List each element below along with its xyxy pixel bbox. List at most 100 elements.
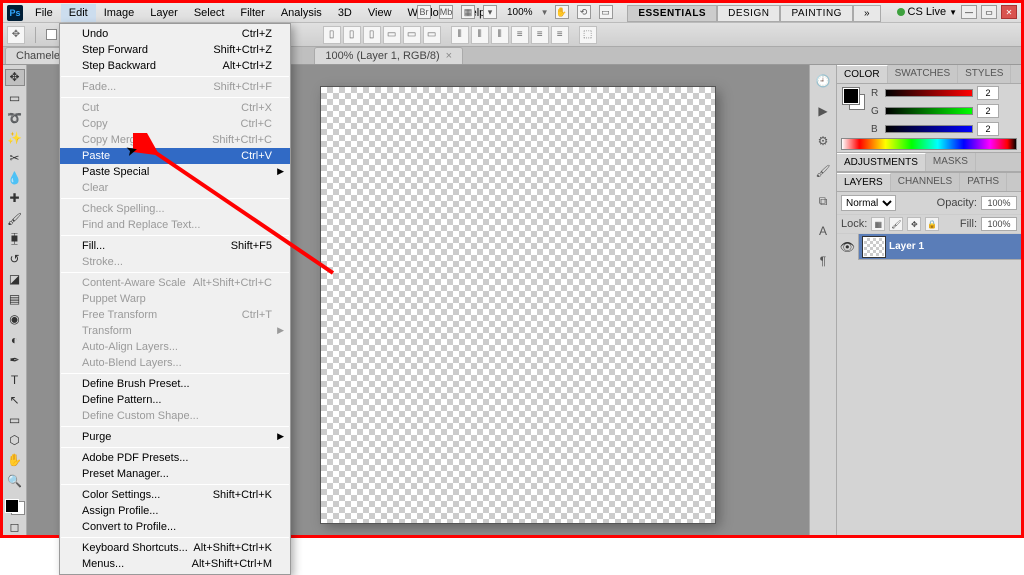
brush-tool[interactable]: 🖌 <box>5 210 25 226</box>
eraser-tool[interactable]: ◪ <box>5 271 25 287</box>
shape-tool[interactable]: ▭ <box>5 412 25 428</box>
r-value[interactable]: 2 <box>977 86 999 100</box>
distribute-icon[interactable]: ≡ <box>531 26 549 44</box>
edit-menu-undo[interactable]: UndoCtrl+Z <box>60 26 290 42</box>
history-panel-icon[interactable]: 🕘 <box>813 71 833 91</box>
distribute-icon[interactable]: ⫴ <box>471 26 489 44</box>
move-tool-preset-icon[interactable]: ✥ <box>7 26 25 44</box>
3d-tool[interactable]: ⬡ <box>5 432 25 448</box>
distribute-icon[interactable]: ⫴ <box>491 26 509 44</box>
edit-menu-step-forward[interactable]: Step ForwardShift+Ctrl+Z <box>60 42 290 58</box>
window-restore-button[interactable]: ▭ <box>981 5 997 19</box>
properties-panel-icon[interactable]: ⚙ <box>813 131 833 151</box>
color-swatch[interactable] <box>5 499 25 515</box>
g-value[interactable]: 2 <box>977 104 999 118</box>
lock-transparent-icon[interactable]: ▦ <box>871 217 885 231</box>
distribute-icon[interactable]: ≡ <box>511 26 529 44</box>
tab-styles[interactable]: STYLES <box>958 65 1011 83</box>
cs-live-button[interactable]: CS Live▼ <box>897 6 957 18</box>
workspace-design[interactable]: DESIGN <box>717 5 780 22</box>
edit-menu-preset-manager[interactable]: Preset Manager... <box>60 466 290 482</box>
align-icon[interactable]: ▯ <box>363 26 381 44</box>
auto-select-checkbox[interactable] <box>46 29 57 40</box>
move-tool[interactable]: ✥ <box>5 69 25 86</box>
menu-edit[interactable]: Edit <box>61 4 96 22</box>
menu-filter[interactable]: Filter <box>232 4 272 22</box>
lock-all-icon[interactable]: 🔒 <box>925 217 939 231</box>
menu-analysis[interactable]: Analysis <box>273 4 330 22</box>
opacity-input[interactable]: 100% <box>981 196 1017 210</box>
tab-paths[interactable]: PATHS <box>960 173 1007 191</box>
edit-menu-menus[interactable]: Menus...Alt+Shift+Ctrl+M <box>60 556 290 572</box>
bridge-icon[interactable]: Br <box>417 5 431 19</box>
dodge-tool[interactable]: ◐ <box>5 331 25 347</box>
pen-tool[interactable]: ✒ <box>5 352 25 368</box>
menu-image[interactable]: Image <box>96 4 143 22</box>
layer-name[interactable]: Layer 1 <box>889 241 924 252</box>
edit-menu-define-pattern[interactable]: Define Pattern... <box>60 392 290 408</box>
autoalign-icon[interactable]: ⬚ <box>579 26 597 44</box>
marquee-tool[interactable]: ▭ <box>5 90 25 106</box>
gradient-tool[interactable]: ▤ <box>5 291 25 307</box>
edit-menu-adobe-pdf-presets[interactable]: Adobe PDF Presets... <box>60 450 290 466</box>
tab-color[interactable]: COLOR <box>837 65 888 83</box>
tab-masks[interactable]: MASKS <box>926 153 976 171</box>
spectrum-ramp[interactable] <box>841 138 1017 150</box>
align-icon[interactable]: ▯ <box>323 26 341 44</box>
tab-swatches[interactable]: SWATCHES <box>888 65 959 83</box>
history-brush-tool[interactable]: ↺ <box>5 251 25 267</box>
arrange-icon[interactable]: ▾ <box>483 5 497 19</box>
fg-bg-swatch[interactable] <box>843 88 865 110</box>
screen-mode-icon[interactable]: ▭ <box>599 5 613 19</box>
visibility-icon[interactable]: 👁 <box>837 234 859 260</box>
clonesrc-panel-icon[interactable]: ⧉ <box>813 191 833 211</box>
workspace-painting[interactable]: PAINTING <box>780 5 852 22</box>
edit-menu-step-backward[interactable]: Step BackwardAlt+Ctrl+Z <box>60 58 290 74</box>
tab-adjustments[interactable]: ADJUSTMENTS <box>837 153 926 171</box>
type-tool[interactable]: T <box>5 372 25 388</box>
workspace-essentials[interactable]: ESSENTIALS <box>627 5 717 22</box>
zoom-tool[interactable]: 🔍 <box>5 473 25 489</box>
menu-file[interactable]: File <box>27 4 61 22</box>
align-icon[interactable]: ▭ <box>403 26 421 44</box>
stamp-tool[interactable]: ⧯ <box>5 231 25 247</box>
blend-mode-select[interactable]: Normal <box>841 195 896 211</box>
paragraph-panel-icon[interactable]: ¶ <box>813 251 833 271</box>
minibridge-icon[interactable]: Mb <box>439 5 453 19</box>
menu-view[interactable]: View <box>360 4 400 22</box>
edit-menu-assign-profile[interactable]: Assign Profile... <box>60 503 290 519</box>
edit-menu-convert-to-profile[interactable]: Convert to Profile... <box>60 519 290 535</box>
window-minimize-button[interactable]: — <box>961 5 977 19</box>
quickmask-tool[interactable]: ◻ <box>5 519 25 535</box>
edit-menu-paste-special[interactable]: Paste Special▶ <box>60 164 290 180</box>
g-slider[interactable] <box>885 107 973 115</box>
edit-menu-color-settings[interactable]: Color Settings...Shift+Ctrl+K <box>60 487 290 503</box>
r-slider[interactable] <box>885 89 973 97</box>
menu-3d[interactable]: 3D <box>330 4 360 22</box>
hand-icon[interactable]: ✋ <box>555 5 569 19</box>
edit-menu-define-brush-preset[interactable]: Define Brush Preset... <box>60 376 290 392</box>
edit-menu-paste[interactable]: PasteCtrl+V <box>60 148 290 164</box>
actions-panel-icon[interactable]: ▶ <box>813 101 833 121</box>
zoom-level[interactable]: 100% <box>503 7 537 18</box>
edit-menu-fill[interactable]: Fill...Shift+F5 <box>60 238 290 254</box>
edit-menu-keyboard-shortcuts[interactable]: Keyboard Shortcuts...Alt+Shift+Ctrl+K <box>60 540 290 556</box>
tab-channels[interactable]: CHANNELS <box>891 173 960 191</box>
close-tab-icon[interactable]: × <box>446 50 452 62</box>
menu-layer[interactable]: Layer <box>142 4 186 22</box>
document-canvas[interactable] <box>321 87 715 523</box>
lasso-tool[interactable]: ➰ <box>5 110 25 126</box>
edit-menu-purge[interactable]: Purge▶ <box>60 429 290 445</box>
character-panel-icon[interactable]: A <box>813 221 833 241</box>
fill-input[interactable]: 100% <box>981 217 1017 231</box>
b-value[interactable]: 2 <box>977 122 999 136</box>
path-tool[interactable]: ↖ <box>5 392 25 408</box>
document-tab-2[interactable]: 100% (Layer 1, RGB/8)× <box>314 47 463 64</box>
b-slider[interactable] <box>885 125 973 133</box>
wand-tool[interactable]: ✨ <box>5 130 25 146</box>
blur-tool[interactable]: ◉ <box>5 311 25 327</box>
brush-panel-icon[interactable]: 🖌 <box>813 161 833 181</box>
layer-thumbnail[interactable] <box>863 237 885 257</box>
healing-tool[interactable]: ✚ <box>5 190 25 206</box>
hand-tool[interactable]: ✋ <box>5 452 25 468</box>
